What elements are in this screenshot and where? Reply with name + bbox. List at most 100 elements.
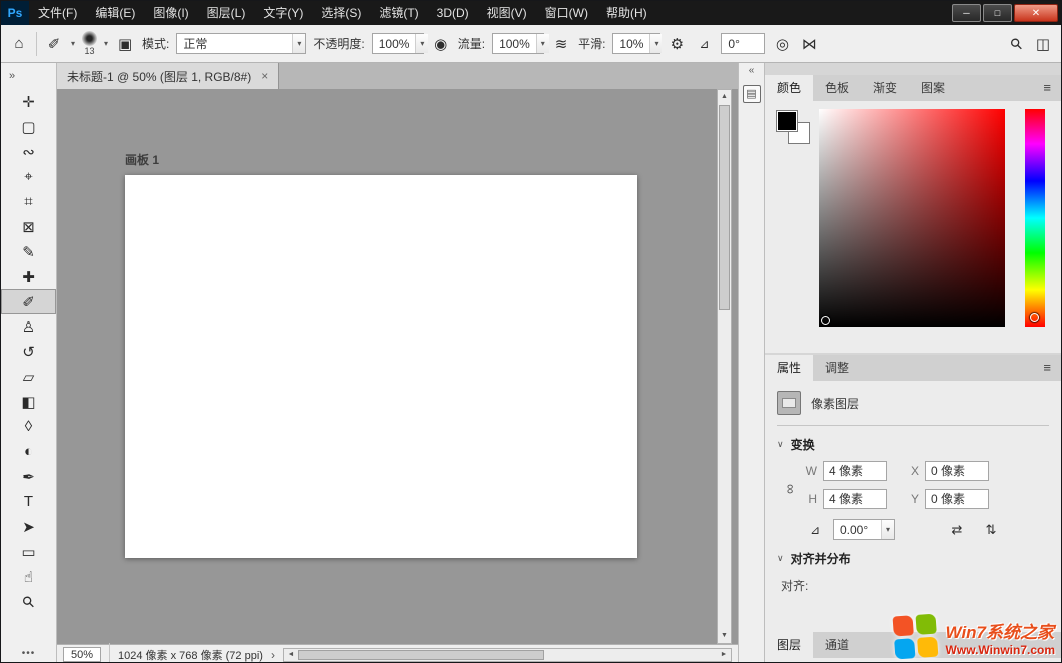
close-button[interactable]: ✕ [1014,4,1058,22]
panel-menu-icon[interactable]: ≡ [1033,75,1061,101]
document-tab[interactable]: 未标题-1 @ 50% (图层 1, RGB/8#) × [57,63,279,89]
pressure-opacity-icon[interactable]: ◉ [431,35,451,53]
color-picker-body [765,101,1061,353]
tab-properties[interactable]: 属性 [765,355,813,381]
scroll-up-icon[interactable]: ▲ [718,90,731,104]
tab-color[interactable]: 颜色 [765,75,813,101]
tab-patterns[interactable]: 图案 [909,75,957,101]
menu-bar: Ps 文件(F) 编辑(E) 图像(I) 图层(L) 文字(Y) 选择(S) 滤… [1,1,1061,25]
menu-edit[interactable]: 编辑(E) [86,1,144,25]
menu-image[interactable]: 图像(I) [144,1,197,25]
horizontal-scroll-thumb[interactable] [298,650,544,660]
tab-layers[interactable]: 图层 [765,632,813,658]
object-selection-tool[interactable]: ⌖ [1,164,56,189]
flag-tile-red [892,615,913,636]
flip-vertical-icon[interactable]: ⇅ [979,522,1003,538]
zoom-tool[interactable]: ⚲ [1,589,56,614]
eraser-tool[interactable]: ▱ [1,364,56,389]
brush-tool[interactable]: ✐ [1,289,56,314]
collapsed-history-panel-icon[interactable]: ▤ [743,85,761,103]
opacity-select[interactable]: 100% ▾ [372,33,424,54]
hand-tool[interactable]: ☝ [1,564,56,589]
path-selection-tool[interactable]: ➤ [1,514,56,539]
vertical-scroll-thumb[interactable] [719,105,730,310]
clone-stamp-tool[interactable]: ♙ [1,314,56,339]
menu-filter[interactable]: 滤镜(T) [370,1,427,25]
rectangle-tool[interactable]: ▭ [1,539,56,564]
x-field[interactable]: 0 像素 [925,461,989,481]
minimize-button[interactable]: ─ [952,4,981,22]
scroll-down-icon[interactable]: ▼ [718,629,731,643]
align-section-header[interactable]: ∨ 对齐并分布 [777,550,1049,567]
hue-slider[interactable] [1025,109,1045,327]
canvas-area[interactable]: 画板 1 ▲ ▼ [57,89,738,644]
chevron-down-icon: ∨ [777,439,784,450]
tab-adjustments[interactable]: 调整 [813,355,861,381]
pixel-layer-icon [777,391,801,415]
saturation-brightness-field[interactable] [819,109,1005,327]
foreground-color-swatch[interactable] [777,111,797,131]
brush-settings-panel-icon[interactable]: ▣ [115,35,135,53]
home-icon[interactable]: ⌂ [9,35,29,52]
scroll-right-icon[interactable]: ► [717,651,731,658]
link-dimensions[interactable]: ∞ [777,461,805,517]
dodge-tool[interactable]: ◐ [1,439,56,464]
flow-select[interactable]: 100% ▾ [492,33,544,54]
pressure-size-icon[interactable]: ◎ [772,35,792,53]
height-field[interactable]: 4 像素 [823,489,887,509]
hue-cursor[interactable] [1030,313,1039,322]
blend-mode-select[interactable]: 正常 ▾ [176,33,306,54]
brush-tool-preset-icon[interactable]: ✐ [44,35,64,53]
artboard[interactable] [125,175,637,558]
eyedropper-tool[interactable]: ✎ [1,239,56,264]
menu-view[interactable]: 视图(V) [478,1,536,25]
dock-collapse-button[interactable]: « [739,63,764,79]
menu-window[interactable]: 窗口(W) [536,1,597,25]
tab-channels[interactable]: 通道 [813,632,861,658]
vertical-scrollbar[interactable]: ▲ ▼ [717,89,732,644]
transform-section-header[interactable]: ∨ 变换 [777,436,1049,453]
zoom-level-field[interactable]: 50% [63,647,101,662]
scroll-left-icon[interactable]: ◄ [284,651,298,658]
tab-gradients[interactable]: 渐变 [861,75,909,101]
brush-angle-field[interactable]: 0° [721,33,765,54]
type-tool[interactable]: T [1,489,56,514]
menu-3d[interactable]: 3D(D) [428,1,478,25]
pen-tool[interactable]: ✒ [1,464,56,489]
menu-type[interactable]: 文字(Y) [254,1,312,25]
edit-toolbar-button[interactable]: ••• [1,648,56,659]
search-icon[interactable]: ⚲ [1006,35,1026,53]
menu-select[interactable]: 选择(S) [312,1,370,25]
menu-help[interactable]: 帮助(H) [597,1,656,25]
horizontal-scrollbar[interactable]: ◄ ► [283,648,732,662]
menu-file[interactable]: 文件(F) [29,1,86,25]
tab-swatches[interactable]: 色板 [813,75,861,101]
rotation-angle-select[interactable]: 0.00° ▾ [833,519,895,540]
move-tool[interactable]: ✛ [1,89,56,114]
spot-healing-tool[interactable]: ✚ [1,264,56,289]
status-options-chevron[interactable]: › [271,648,275,662]
gradient-tool[interactable]: ◧ [1,389,56,414]
maximize-button[interactable]: □ [983,4,1012,22]
blur-tool[interactable]: ◊ [1,414,56,439]
y-field[interactable]: 0 像素 [925,489,989,509]
brush-preset-picker[interactable]: 13 [82,31,97,56]
tools-collapse-button[interactable]: » [1,63,56,89]
frame-tool[interactable]: ⊠ [1,214,56,239]
width-field[interactable]: 4 像素 [823,461,887,481]
history-brush-tool[interactable]: ↺ [1,339,56,364]
panel-menu-icon[interactable]: ≡ [1033,355,1061,381]
rectangular-marquee-tool[interactable]: ▢ [1,114,56,139]
airbrush-icon[interactable]: ≋ [551,35,571,53]
smoothing-select[interactable]: 10% ▾ [612,33,660,54]
artboard-label[interactable]: 画板 1 [125,151,159,168]
smoothing-options-gear-icon[interactable]: ⚙ [667,35,687,53]
workspace-switcher-icon[interactable]: ◫ [1033,35,1053,53]
menu-layer[interactable]: 图层(L) [198,1,255,25]
lasso-tool[interactable]: ∾ [1,139,56,164]
crop-tool[interactable]: ⌗ [1,189,56,214]
tab-close-icon[interactable]: × [261,69,268,83]
paint-symmetry-icon[interactable]: ⋈ [799,35,819,53]
color-cursor[interactable] [821,316,830,325]
flip-horizontal-icon[interactable]: ⇄ [945,522,969,538]
